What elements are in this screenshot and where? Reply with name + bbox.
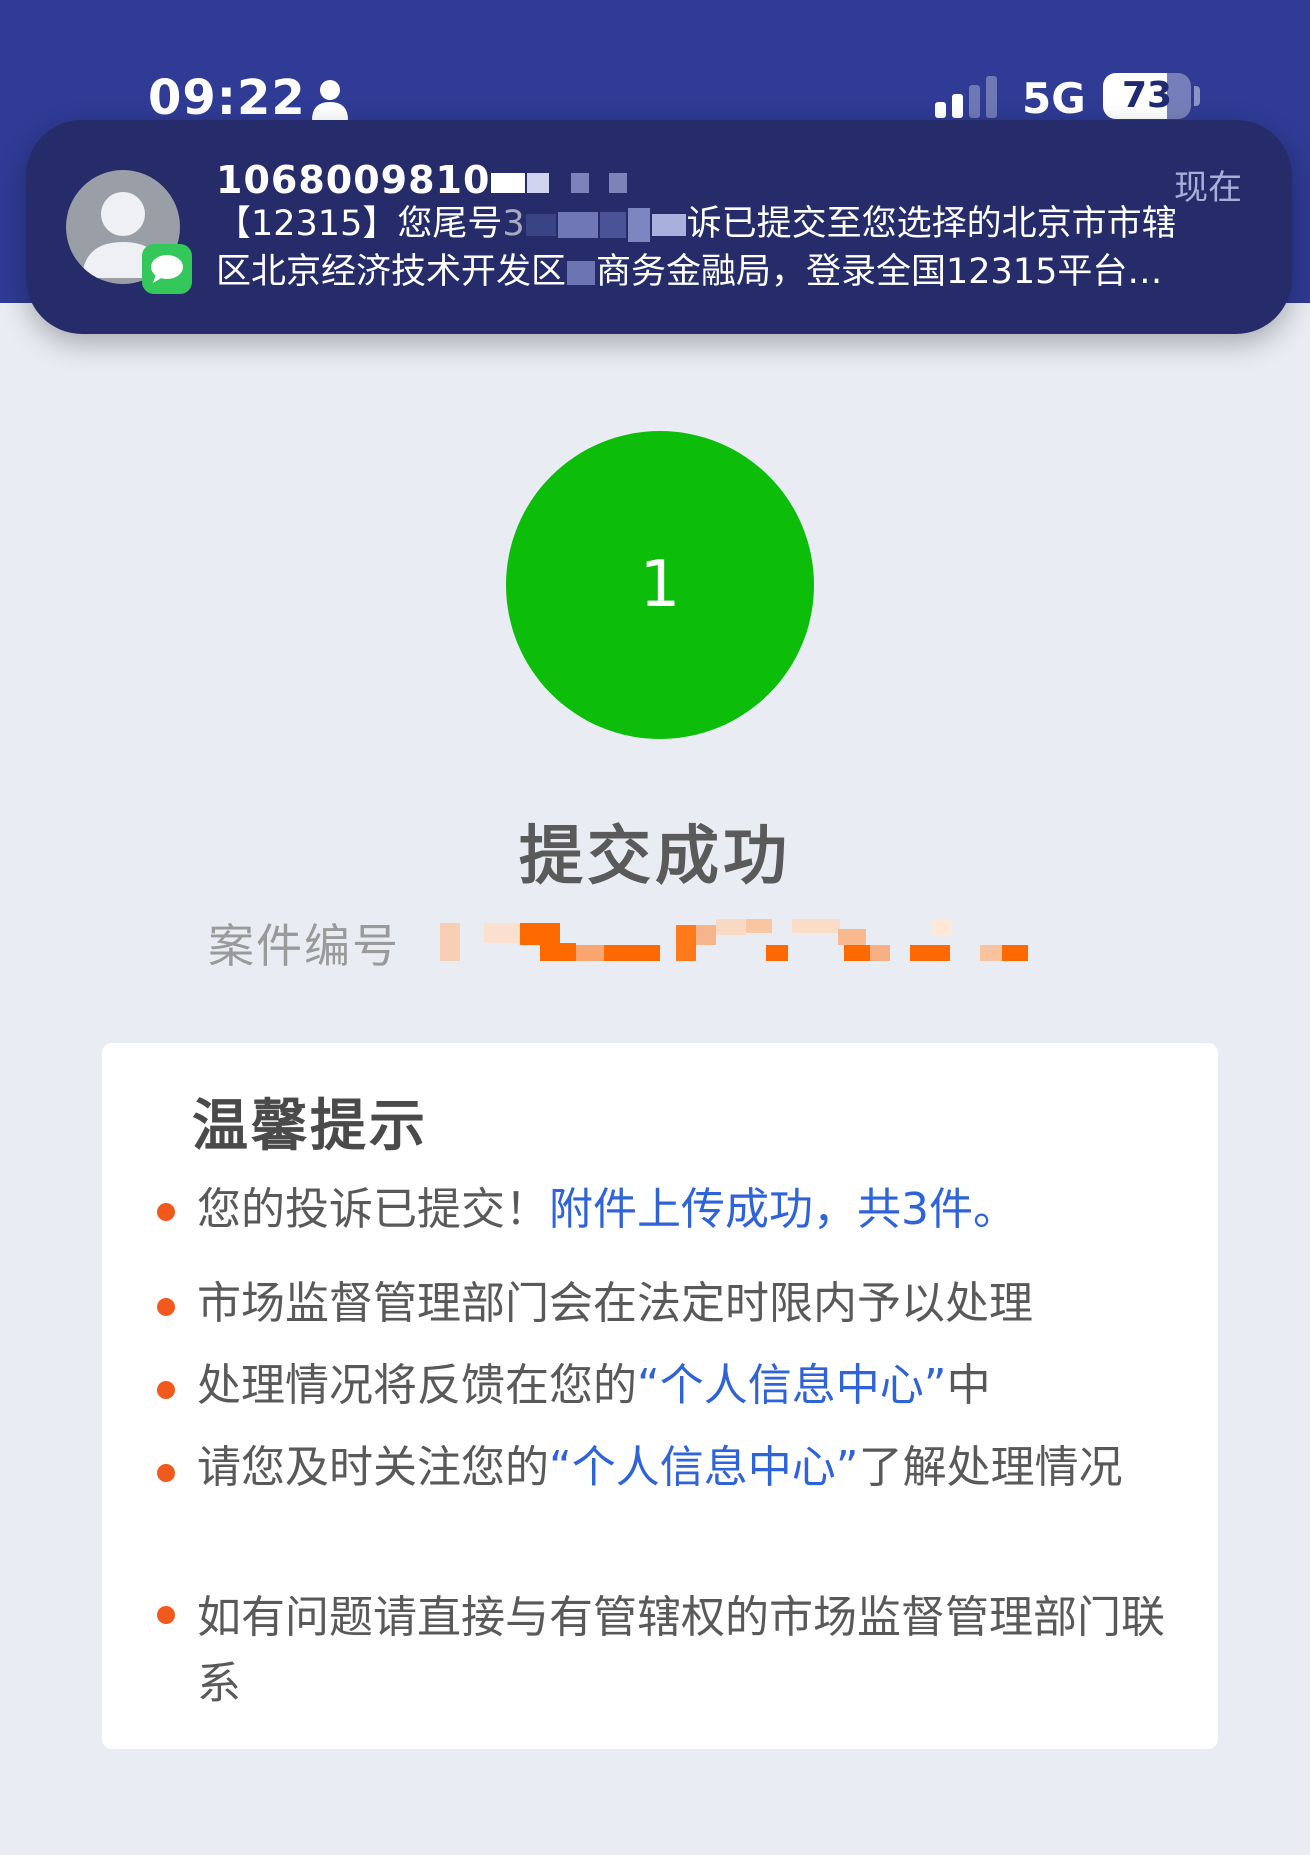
battery-percent: 73 <box>1121 75 1173 116</box>
tip-item-3: 处理情况将反馈在您的“个人信息中心”中 <box>197 1360 991 1411</box>
status-time: 09:22 <box>148 70 306 126</box>
personal-info-center-link[interactable]: “个人信息中心” <box>549 1442 859 1493</box>
tip-item-5: 如有问题请直接与有管辖权的市场监督管理部门联系 <box>197 1592 1165 1709</box>
sms-notification[interactable]: 1068009810 现在 【12315】您尾号3 诉已提交至您选择的北京市市辖 … <box>26 120 1292 334</box>
bullet-dot <box>157 1606 175 1624</box>
tip-item-4: 请您及时关注您的“个人信息中心”了解处理情况 <box>197 1442 1123 1493</box>
signal-icon <box>935 76 997 118</box>
tips-title: 温馨提示 <box>192 1094 428 1159</box>
battery-cap <box>1194 86 1200 106</box>
network-type: 5G <box>1022 74 1086 123</box>
notification-sender: 1068009810 <box>216 158 628 202</box>
bullet-dot <box>157 1464 175 1482</box>
case-number-redacted <box>440 919 1028 961</box>
notification-line-1: 【12315】您尾号3 诉已提交至您选择的北京市市辖 <box>216 204 1177 244</box>
tips-card: 温馨提示 您的投诉已提交！附件上传成功，共3件。 市场监督管理部门会在法定时限内… <box>102 1043 1218 1749</box>
tip-item-2: 市场监督管理部门会在法定时限内予以处理 <box>197 1278 1033 1329</box>
case-number-label: 案件编号 <box>208 919 400 973</box>
notification-line-2: 区北京经济技术开发区 商务金融局，登录全国12315平台… <box>216 252 1163 292</box>
bullet-dot <box>157 1298 175 1316</box>
notification-body: 【12315】您尾号3 诉已提交至您选择的北京市市辖 区北京经济技术开发区 商务金融… <box>216 200 1252 296</box>
person-icon <box>312 80 348 120</box>
success-circle: 1 <box>506 431 814 739</box>
success-title: 提交成功 <box>519 820 791 894</box>
bullet-dot <box>157 1381 175 1399</box>
tip-item-1: 您的投诉已提交！附件上传成功，共3件。 <box>197 1184 1017 1235</box>
attachment-status-link[interactable]: 附件上传成功，共3件。 <box>549 1184 1017 1235</box>
personal-info-center-link[interactable]: “个人信息中心” <box>637 1360 947 1411</box>
messages-icon <box>142 244 192 294</box>
battery-icon: 73 <box>1103 73 1191 119</box>
success-number: 1 <box>639 548 681 622</box>
bullet-dot <box>157 1203 175 1221</box>
